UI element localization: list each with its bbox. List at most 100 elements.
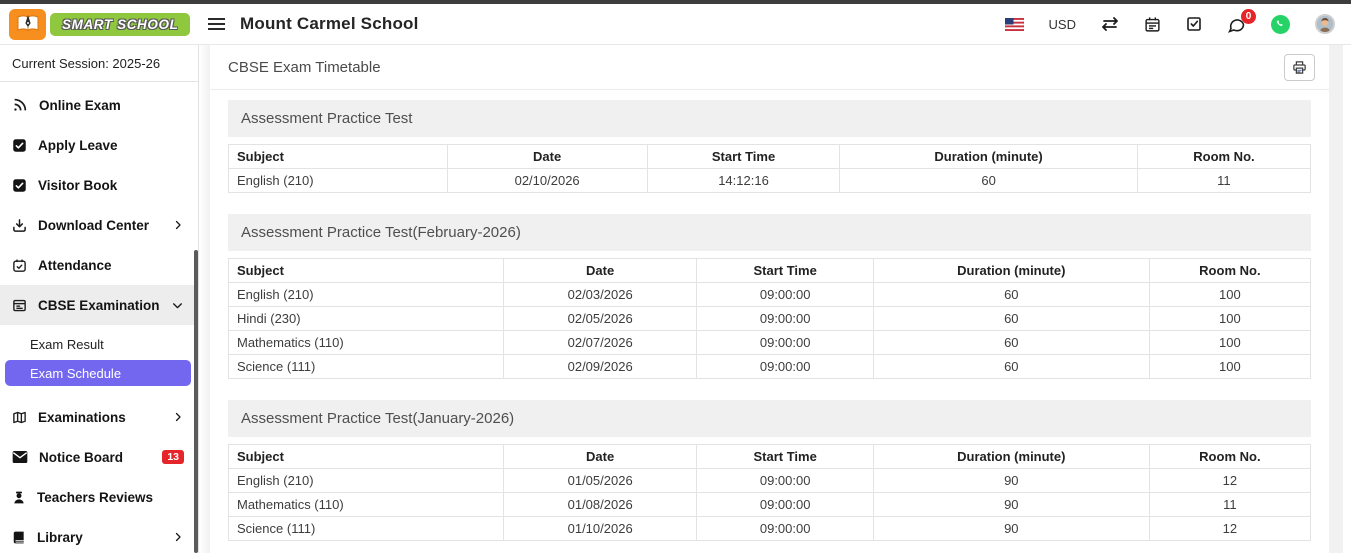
app-logo[interactable]: SMART SCHOOL <box>0 9 199 40</box>
table-cell: 100 <box>1149 307 1310 331</box>
calendar-icon[interactable] <box>1144 16 1161 33</box>
table-cell: 90 <box>873 517 1149 541</box>
sidebar-item-label: Attendance <box>38 258 112 273</box>
table-cell: 02/05/2026 <box>503 307 697 331</box>
table-cell: 09:00:00 <box>697 331 873 355</box>
hamburger-menu-icon[interactable] <box>208 17 225 31</box>
sidebar-item-label: Visitor Book <box>38 178 117 193</box>
page-title: CBSE Exam Timetable <box>228 59 381 76</box>
table-row: Science (111)02/09/202609:00:0060100 <box>229 355 1311 379</box>
table-cell: 09:00:00 <box>697 307 873 331</box>
table-row: English (210)02/10/202614:12:166011 <box>229 169 1311 193</box>
notice-board-badge: 13 <box>162 450 184 465</box>
table-cell: 60 <box>873 331 1149 355</box>
table-cell: 02/07/2026 <box>503 331 697 355</box>
sidebar-item-label: Apply Leave <box>38 138 118 153</box>
table-cell: 90 <box>873 493 1149 517</box>
table-cell: English (210) <box>229 283 504 307</box>
sidebar-item-label: Download Center <box>38 218 149 233</box>
sidebar: Current Session: 2025-26 Online Exam App… <box>0 45 199 553</box>
sidebar-item-label: Online Exam <box>39 98 121 113</box>
column-header: Start Time <box>697 445 873 469</box>
chevron-right-icon <box>172 219 184 231</box>
school-name-title: Mount Carmel School <box>240 14 419 34</box>
logo-text: SMART SCHOOL <box>50 13 190 36</box>
whatsapp-icon[interactable] <box>1271 15 1290 34</box>
sidebar-item-library[interactable]: Library <box>0 517 198 557</box>
sidebar-item-online-exam[interactable]: Online Exam <box>0 85 198 125</box>
submenu-item-exam-result[interactable]: Exam Result <box>0 331 191 357</box>
table-header-row: SubjectDateStart TimeDuration (minute)Ro… <box>229 145 1311 169</box>
sidebar-item-download-center[interactable]: Download Center <box>0 205 198 245</box>
table-cell: Mathematics (110) <box>229 493 504 517</box>
table-row: Mathematics (110)01/08/202609:00:009011 <box>229 493 1311 517</box>
sidebar-item-visitor-book[interactable]: Visitor Book <box>0 165 198 205</box>
column-header: Room No. <box>1149 259 1310 283</box>
envelope-icon <box>12 450 28 464</box>
column-header: Room No. <box>1149 445 1310 469</box>
current-session-label: Current Session: 2025-26 <box>0 45 198 82</box>
user-avatar[interactable] <box>1315 14 1335 34</box>
table-cell: 09:00:00 <box>697 283 873 307</box>
table-cell: Mathematics (110) <box>229 331 504 355</box>
table-cell: 01/05/2026 <box>503 469 697 493</box>
table-header-row: SubjectDateStart TimeDuration (minute)Ro… <box>229 445 1311 469</box>
table-cell: 01/10/2026 <box>503 517 697 541</box>
table-cell: 09:00:00 <box>697 493 873 517</box>
exam-card-icon <box>12 298 27 313</box>
task-check-icon[interactable] <box>1186 16 1202 32</box>
sidebar-item-label: CBSE Examination <box>38 298 160 313</box>
sidebar-item-notice-board[interactable]: Notice Board 13 <box>0 437 198 477</box>
column-header: Date <box>447 145 647 169</box>
exam-section: Assessment Practice Test(February-2026) … <box>228 214 1311 379</box>
table-cell: 09:00:00 <box>697 469 873 493</box>
print-button[interactable] <box>1284 54 1315 81</box>
exam-section-title: Assessment Practice Test(February-2026) <box>228 214 1311 251</box>
chevron-right-icon <box>172 531 184 543</box>
sidebar-item-teachers-reviews[interactable]: Teachers Reviews <box>0 477 198 517</box>
table-cell: 100 <box>1149 283 1310 307</box>
column-header: Duration (minute) <box>873 445 1149 469</box>
main-content: CBSE Exam Timetable Assessment Practice … <box>199 45 1351 553</box>
chat-icon[interactable]: 0 <box>1227 16 1246 33</box>
table-cell: 60 <box>873 355 1149 379</box>
exam-section: Assessment Practice Test(January-2026) S… <box>228 400 1311 541</box>
sidebar-item-label: Library <box>37 530 83 545</box>
sidebar-item-label: Notice Board <box>39 450 123 465</box>
table-cell: 11 <box>1149 493 1310 517</box>
table-header-row: SubjectDateStart TimeDuration (minute)Ro… <box>229 259 1311 283</box>
content-gutter <box>199 45 210 553</box>
column-header: Room No. <box>1137 145 1310 169</box>
page-scrollbar[interactable] <box>1329 45 1343 553</box>
table-cell: 14:12:16 <box>647 169 840 193</box>
sidebar-item-cbse-examination[interactable]: CBSE Examination <box>0 285 198 325</box>
sidebar-item-apply-leave[interactable]: Apply Leave <box>0 125 198 165</box>
sidebar-item-label: Teachers Reviews <box>37 490 153 505</box>
currency-selector[interactable]: USD <box>1049 17 1076 32</box>
table-cell: 01/08/2026 <box>503 493 697 517</box>
sidebar-item-attendance[interactable]: Attendance <box>0 245 198 285</box>
language-flag-icon[interactable] <box>1005 18 1024 31</box>
table-cell: 12 <box>1149 469 1310 493</box>
cbse-examination-submenu: Exam Result Exam Schedule <box>0 325 198 397</box>
column-header: Start Time <box>647 145 840 169</box>
table-cell: Science (111) <box>229 517 504 541</box>
column-header: Subject <box>229 145 448 169</box>
table-cell: 02/10/2026 <box>447 169 647 193</box>
table-cell: 100 <box>1149 331 1310 355</box>
table-cell: 09:00:00 <box>697 517 873 541</box>
topbar-actions: USD 0 <box>1005 14 1351 34</box>
table-cell: 02/09/2026 <box>503 355 697 379</box>
table-row: Hindi (230)02/05/202609:00:0060100 <box>229 307 1311 331</box>
exam-section-title: Assessment Practice Test <box>228 100 1311 137</box>
table-row: Mathematics (110)02/07/202609:00:0060100 <box>229 331 1311 355</box>
chat-badge: 0 <box>1241 9 1256 24</box>
sidebar-item-examinations[interactable]: Examinations <box>0 397 198 437</box>
table-row: Science (111)01/10/202609:00:009012 <box>229 517 1311 541</box>
exam-timetable-table: SubjectDateStart TimeDuration (minute)Ro… <box>228 444 1311 541</box>
sidebar-scrollbar[interactable] <box>194 250 198 553</box>
transfer-arrows-icon[interactable] <box>1101 17 1119 31</box>
column-header: Duration (minute) <box>840 145 1138 169</box>
rss-icon <box>12 97 28 113</box>
submenu-item-exam-schedule[interactable]: Exam Schedule <box>5 360 191 386</box>
